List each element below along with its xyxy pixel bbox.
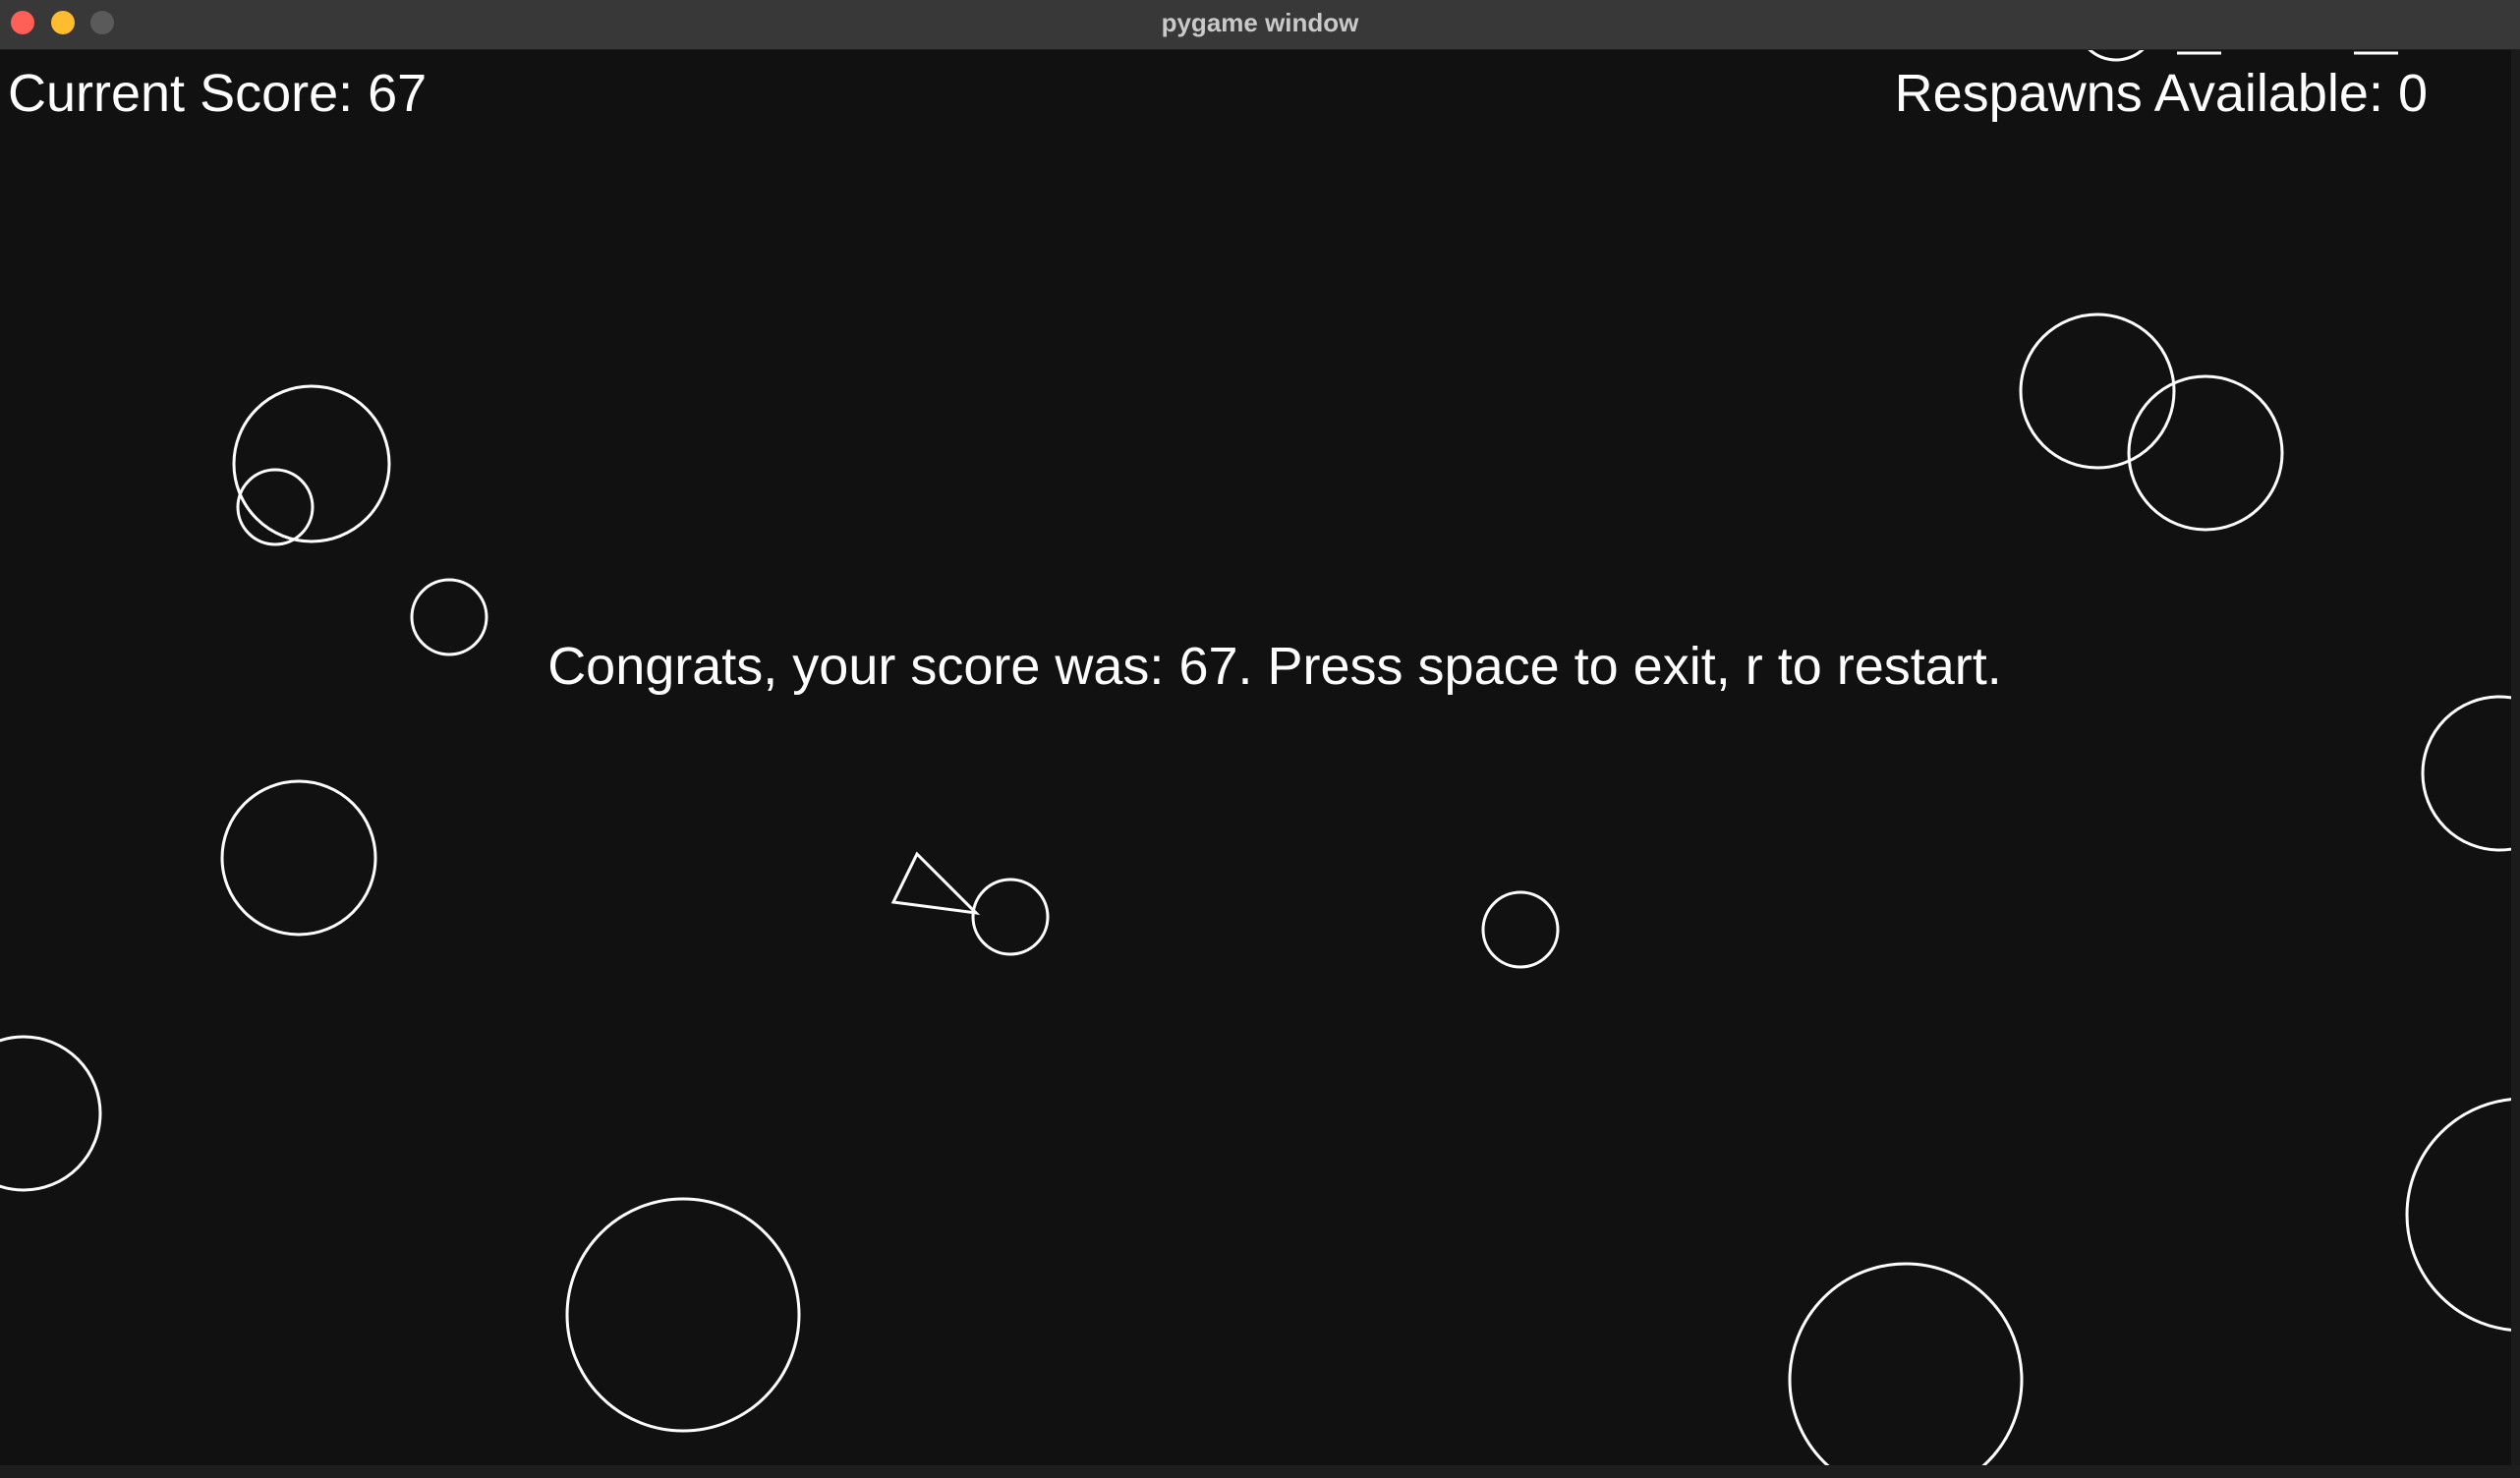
asteroid — [0, 1035, 102, 1192]
asteroid — [2088, 50, 2145, 62]
respawns-available: Respawns Available: 0 — [1894, 64, 2428, 123]
current-score: Current Score: 67 — [8, 64, 428, 123]
asteroid — [2421, 695, 2511, 852]
asteroid — [2127, 374, 2284, 532]
background-editor-strip — [0, 1465, 2520, 1478]
asteroid — [1788, 1262, 2024, 1465]
asteroid — [2405, 1098, 2511, 1332]
window-edge — [2511, 50, 2520, 1465]
title-bar[interactable]: pygame window — [0, 0, 2520, 50]
game-scene — [0, 50, 2511, 1465]
asteroid — [1481, 890, 1560, 969]
asteroid — [220, 779, 377, 937]
game-canvas[interactable]: Current Score: 67 Respawns Available: 0 … — [0, 50, 2511, 1465]
asteroid — [2019, 313, 2176, 470]
player-ship — [890, 851, 981, 916]
asteroid — [565, 1197, 801, 1433]
pygame-window: pygame window Current Score: 67 Respawns… — [0, 0, 2520, 1478]
asteroid — [971, 878, 1050, 956]
game-over-message: Congrats, your score was: 67. Press spac… — [547, 637, 2002, 696]
window-title: pygame window — [1161, 8, 1359, 37]
